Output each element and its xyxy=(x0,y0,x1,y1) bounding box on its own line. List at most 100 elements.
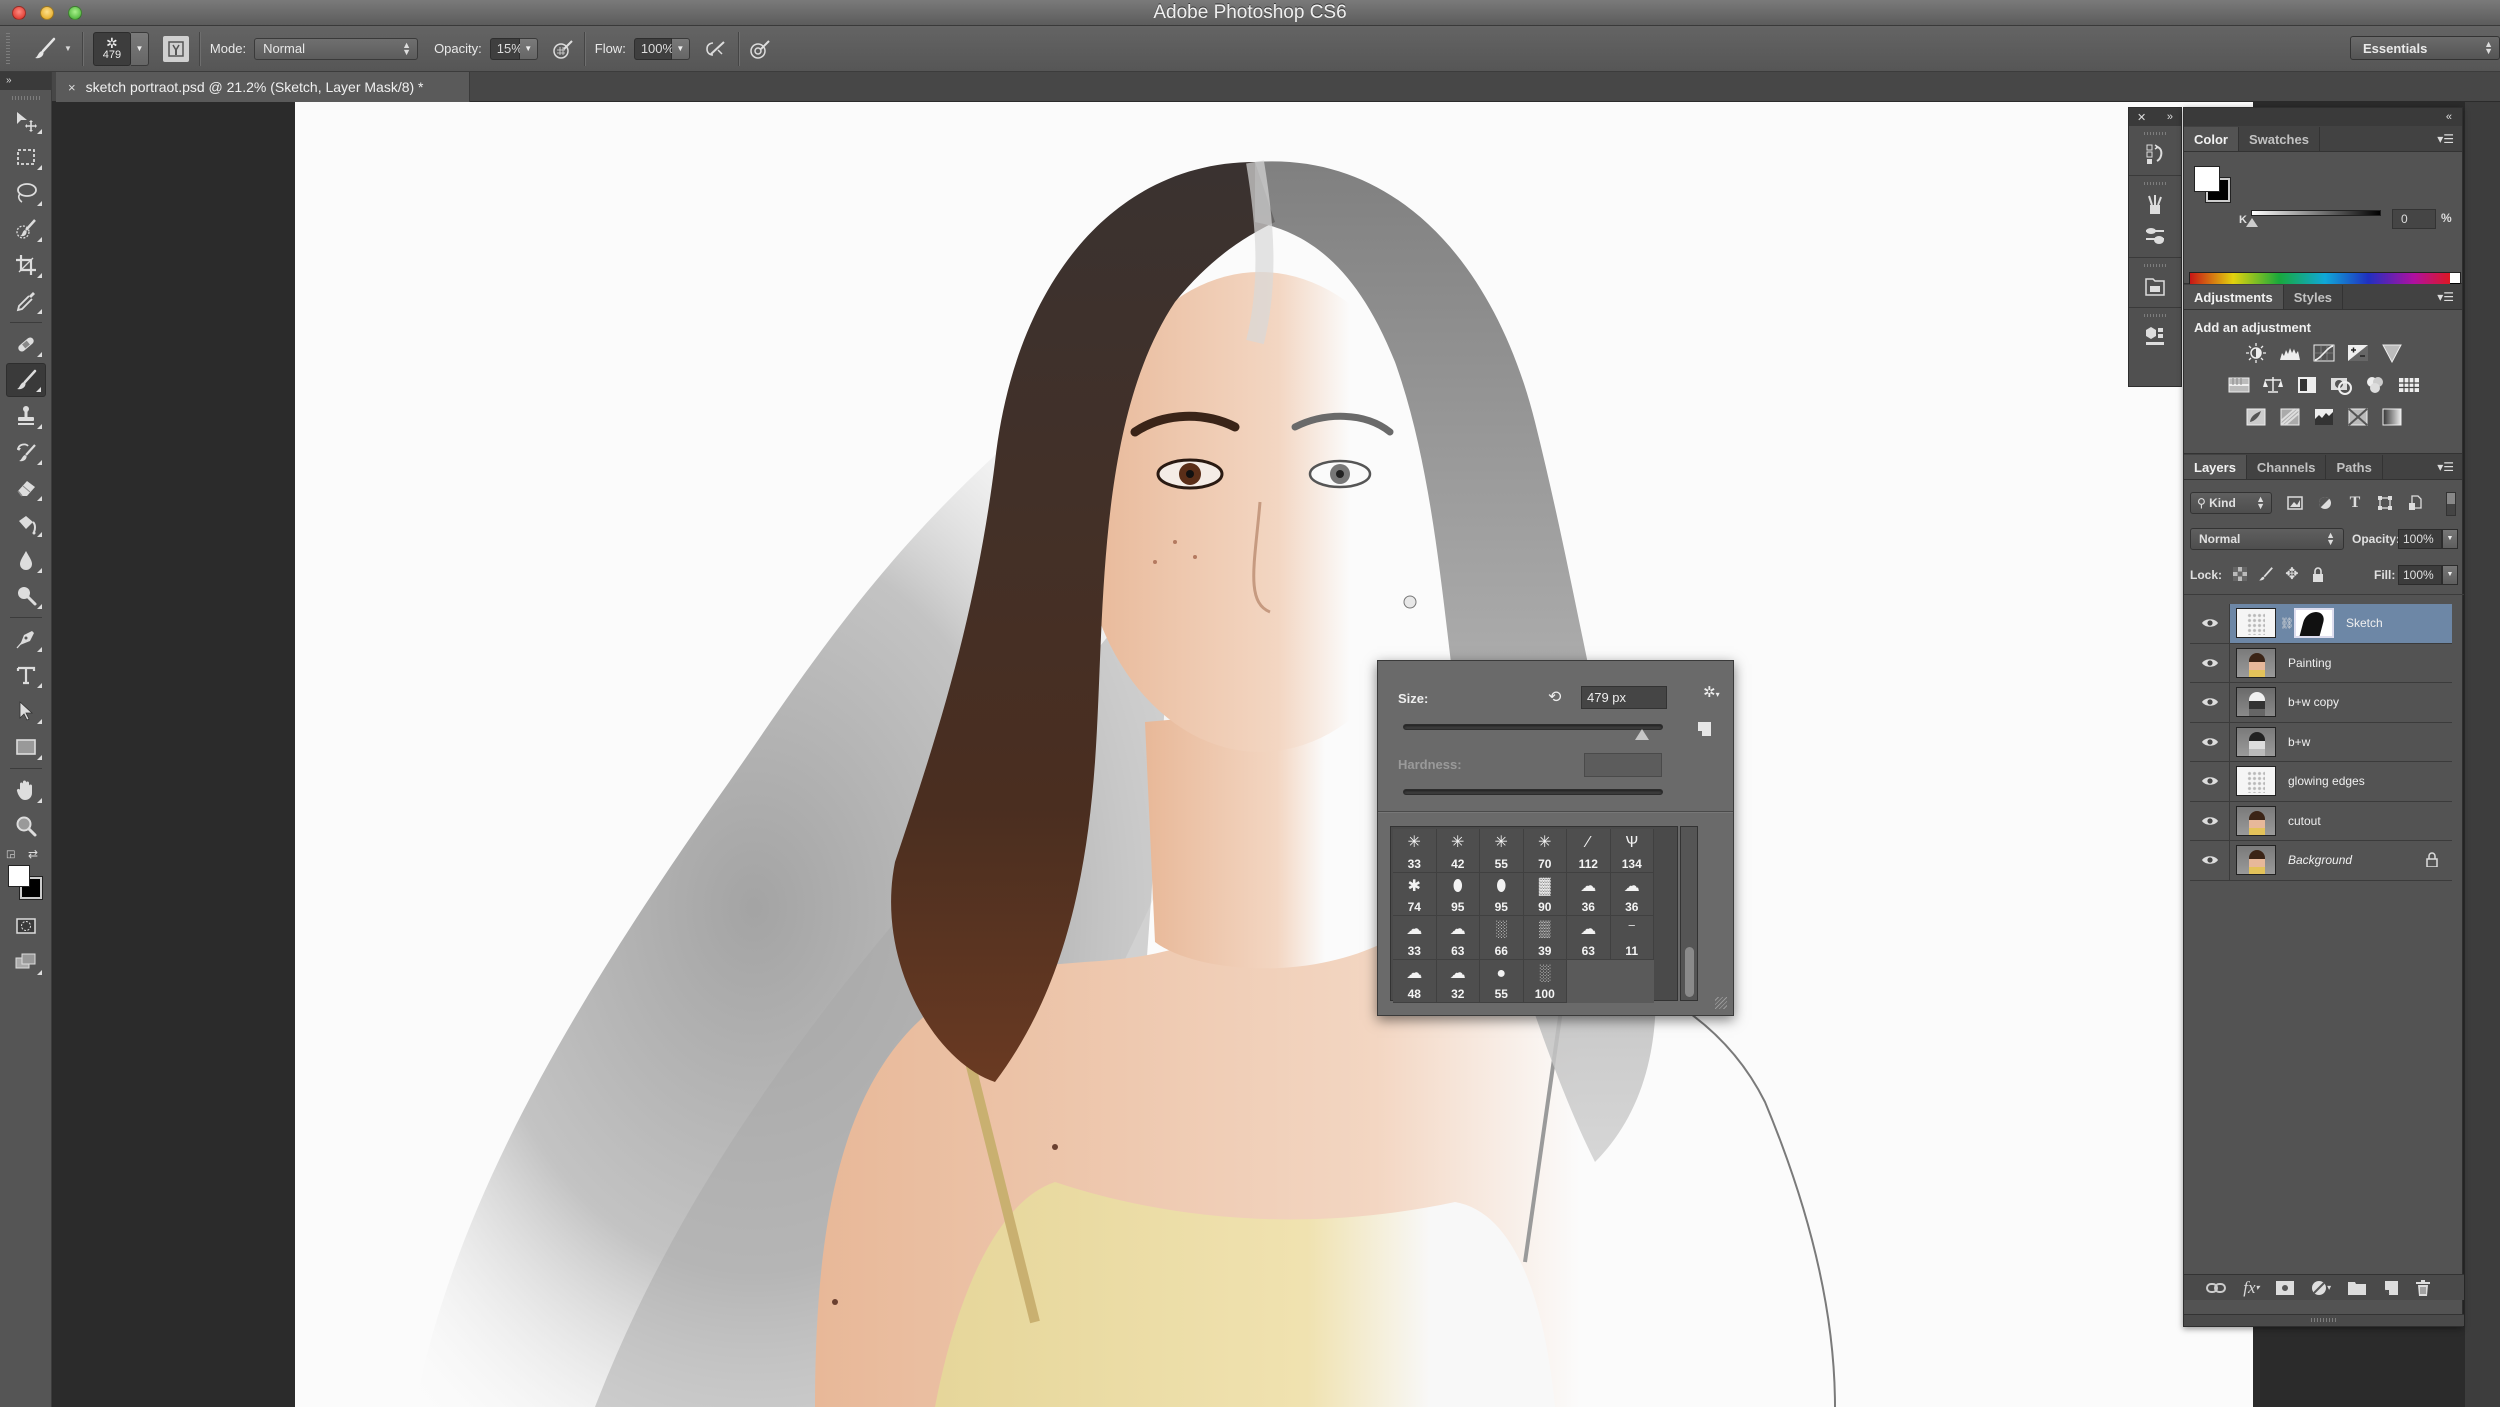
type-tool[interactable] xyxy=(6,658,46,692)
toolbar-grip[interactable] xyxy=(11,96,40,100)
rectangular-marquee-tool[interactable] xyxy=(6,140,46,174)
quick-selection-tool[interactable] xyxy=(6,212,46,246)
lasso-tool[interactable] xyxy=(6,176,46,210)
visibility-toggle[interactable] xyxy=(2190,643,2230,682)
layer-opacity-field[interactable]: 100% xyxy=(2398,529,2442,549)
filter-toggle-switch[interactable] xyxy=(2446,492,2456,516)
document-tab[interactable]: × sketch portraot.psd @ 21.2% (Sketch, L… xyxy=(56,72,470,102)
layer-row[interactable]: ⛓ Sketch xyxy=(2190,604,2452,644)
quick-mask-button[interactable] xyxy=(6,909,46,943)
spot-healing-tool[interactable] xyxy=(6,327,46,361)
panel-menu-icon[interactable]: ▾☰ xyxy=(2437,460,2454,474)
eraser-tool[interactable] xyxy=(6,471,46,505)
filter-shape-icon[interactable] xyxy=(2376,494,2394,512)
mode-select[interactable]: Normal ▲ ▼ xyxy=(254,37,419,60)
tab-color[interactable]: Color xyxy=(2184,127,2239,151)
brush-preset[interactable]: ✱ 74 xyxy=(1393,872,1437,916)
brush-preset[interactable]: ░ 66 xyxy=(1480,916,1524,960)
layer-body[interactable]: Painting xyxy=(2230,644,2452,683)
close-strip-icon[interactable]: ✕ xyxy=(2137,111,2146,124)
tab-channels[interactable]: Channels xyxy=(2247,455,2327,479)
link-layers-icon[interactable] xyxy=(2206,1282,2227,1294)
color-balance-icon[interactable] xyxy=(2261,374,2285,396)
gear-icon[interactable]: ✲▾ xyxy=(1703,683,1720,701)
brush-preset[interactable]: ⬮ 95 xyxy=(1480,872,1524,916)
opacity-dropdown[interactable]: ▼ xyxy=(519,37,538,60)
vibrance-icon[interactable] xyxy=(2380,342,2404,364)
fill-dropdown[interactable]: ▼ xyxy=(2442,565,2458,585)
adjustment-layer-icon[interactable]: ▾ xyxy=(2311,1280,2331,1296)
layer-mask-thumbnail[interactable] xyxy=(2294,608,2334,639)
filter-smart-object-icon[interactable] xyxy=(2406,494,2424,512)
k-channel-slider[interactable] xyxy=(2251,210,2381,216)
layer-body[interactable]: ⛓ Sketch xyxy=(2230,604,2452,643)
layer-row[interactable]: b+w copy xyxy=(2190,683,2452,723)
brush-preset[interactable]: ⁄ 112 xyxy=(1567,829,1611,873)
brush-preset[interactable]: ▒ 39 xyxy=(1523,916,1567,960)
layer-body[interactable]: b+w xyxy=(2230,723,2452,762)
layer-row[interactable]: cutout xyxy=(2190,801,2452,841)
black-white-icon[interactable] xyxy=(2295,374,2319,396)
workspace-switcher[interactable]: Essentials ▲ ▼ xyxy=(2350,36,2500,60)
group-grip[interactable] xyxy=(2144,314,2166,317)
document-canvas[interactable] xyxy=(295,102,2253,1407)
new-layer-icon[interactable] xyxy=(2383,1280,2399,1296)
foreground-color-swatch[interactable] xyxy=(2194,166,2220,192)
flow-dropdown[interactable]: ▼ xyxy=(671,37,690,60)
collapse-dock-button[interactable]: « xyxy=(2184,108,2462,126)
posterize-icon[interactable] xyxy=(2278,406,2302,428)
layer-row[interactable]: Painting xyxy=(2190,643,2452,683)
k-channel-value[interactable]: 0 xyxy=(2392,209,2436,229)
filter-kind-select[interactable]: ⚲ Kind ▲ ▼ xyxy=(2190,492,2272,514)
curves-icon[interactable] xyxy=(2312,342,2336,364)
selective-color-icon[interactable] xyxy=(2346,406,2370,428)
brush-panel-button[interactable] xyxy=(2137,221,2173,251)
layer-body[interactable]: cutout xyxy=(2230,802,2452,841)
add-mask-icon[interactable] xyxy=(2276,1280,2295,1295)
lock-pixels-icon[interactable] xyxy=(2258,566,2274,582)
brush-grid-scrollbar[interactable] xyxy=(1680,826,1698,1001)
brush-preset[interactable]: ✳ 42 xyxy=(1436,829,1480,873)
group-grip[interactable] xyxy=(2144,264,2166,267)
hue-saturation-icon[interactable] xyxy=(2227,374,2251,396)
brush-presets-panel-button[interactable] xyxy=(2137,189,2173,219)
brush-preset-picker[interactable]: ✲ 479 ▼ xyxy=(92,31,149,66)
tool-presets-panel-button[interactable] xyxy=(2137,271,2173,301)
brush-preset[interactable]: ☁ 32 xyxy=(1436,959,1480,1003)
brush-preset[interactable]: ⁻ 11 xyxy=(1610,916,1654,960)
layer-row[interactable]: glowing edges xyxy=(2190,762,2452,802)
scrollbar-thumb[interactable] xyxy=(1685,947,1694,997)
brush-size-field[interactable]: 479 px xyxy=(1581,686,1667,709)
move-tool[interactable] xyxy=(6,104,46,138)
threshold-icon[interactable] xyxy=(2312,406,2336,428)
pen-tool[interactable] xyxy=(6,622,46,656)
screen-mode-button[interactable] xyxy=(6,945,46,979)
toggle-brush-panel-button[interactable] xyxy=(162,35,189,62)
lock-position-icon[interactable]: ✥ xyxy=(2284,566,2300,583)
brush-preset[interactable]: ● 55 xyxy=(1480,959,1524,1003)
popup-resize-grip[interactable] xyxy=(1715,997,1727,1009)
brush-preset[interactable]: ✳ 70 xyxy=(1523,829,1567,873)
trash-icon[interactable] xyxy=(2415,1279,2430,1296)
brush-preset[interactable]: ☁ 36 xyxy=(1610,872,1654,916)
brush-tool[interactable] xyxy=(5,363,46,397)
brush-preset[interactable]: ☁ 63 xyxy=(1567,916,1611,960)
chevron-down-icon[interactable]: ▼ xyxy=(130,31,149,66)
tool-preset-picker[interactable]: ▼ xyxy=(32,36,72,62)
filter-adjustment-icon[interactable] xyxy=(2316,494,2334,512)
filter-type-icon[interactable]: T xyxy=(2346,494,2364,512)
tab-paths[interactable]: Paths xyxy=(2326,455,2383,479)
group-folder-icon[interactable] xyxy=(2347,1281,2366,1295)
dodge-tool[interactable] xyxy=(6,579,46,613)
flow-field[interactable]: 100% xyxy=(633,37,674,60)
brush-preset[interactable]: ░ 100 xyxy=(1523,959,1567,1003)
tab-styles[interactable]: Styles xyxy=(2284,285,2344,309)
visibility-toggle[interactable] xyxy=(2190,722,2230,761)
history-panel-button[interactable] xyxy=(2137,139,2173,169)
brush-preset[interactable]: Ѱ 134 xyxy=(1610,829,1654,873)
opacity-field[interactable]: 15% xyxy=(489,37,523,60)
lock-transparent-icon[interactable] xyxy=(2232,566,2248,582)
k-slider-thumb[interactable] xyxy=(2246,218,2258,227)
mask-link-icon[interactable]: ⛓ xyxy=(2280,617,2294,630)
zoom-tool[interactable] xyxy=(6,809,46,843)
